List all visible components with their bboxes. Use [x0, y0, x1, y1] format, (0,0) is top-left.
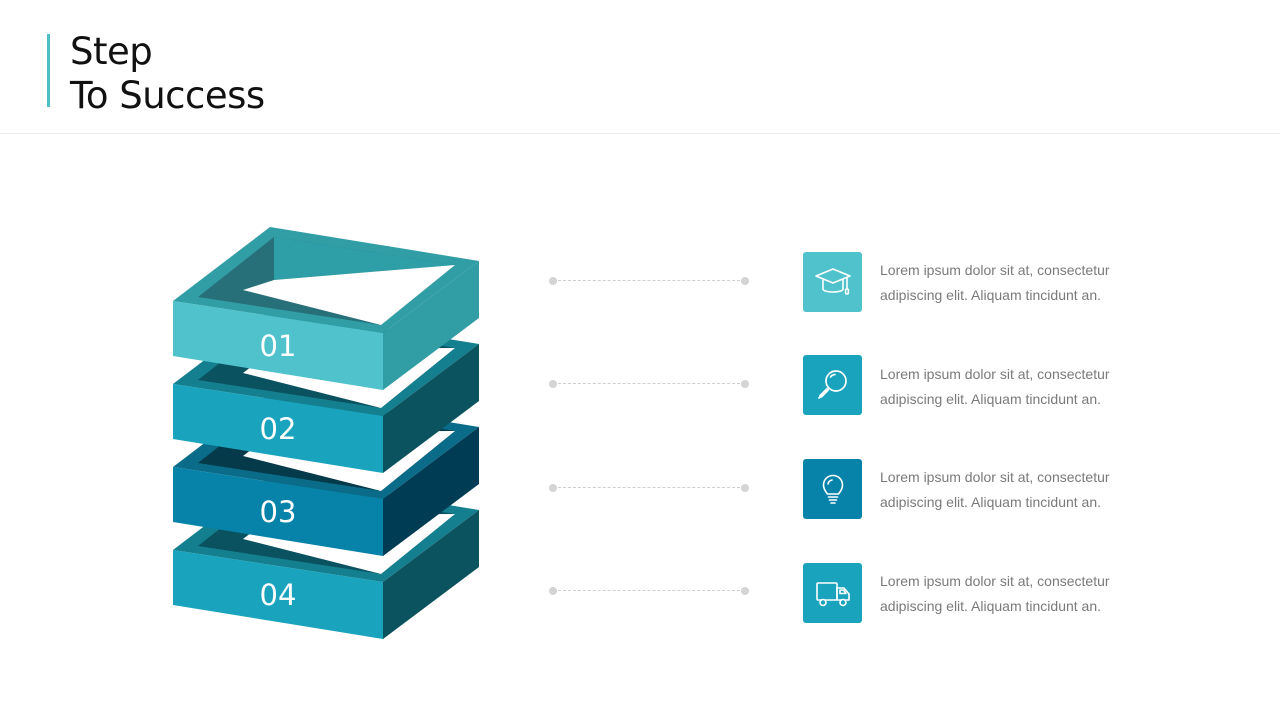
connector-line	[553, 590, 745, 591]
connector-dot-left	[549, 380, 557, 388]
stacked-layers-diagram: 04 03 02 01	[173, 227, 479, 639]
layer-03-number: 03	[260, 495, 297, 529]
layer-01-number: 01	[260, 329, 297, 363]
connector-04	[548, 586, 750, 596]
connector-dot-right	[741, 380, 749, 388]
step-02-icon-box	[803, 355, 862, 415]
step-01-description: Lorem ipsum dolor sit at, consectetur ad…	[880, 258, 1150, 308]
lightbulb-icon	[822, 474, 843, 504]
connector-dot-left	[549, 587, 557, 595]
step-01-text-line-1: Lorem ipsum dolor sit at, consectetur	[880, 262, 1110, 278]
step-04-text-line-1: Lorem ipsum dolor sit at, consectetur	[880, 573, 1110, 589]
connector-03	[548, 483, 750, 493]
layer-04-number: 04	[260, 578, 297, 612]
connector-02	[548, 379, 750, 389]
magnifier-icon	[817, 370, 847, 399]
connector-line	[553, 487, 745, 488]
step-01-icon-box	[803, 252, 862, 312]
step-04-description: Lorem ipsum dolor sit at, consectetur ad…	[880, 569, 1150, 619]
connector-dot-left	[549, 484, 557, 492]
step-02-description: Lorem ipsum dolor sit at, consectetur ad…	[880, 362, 1150, 412]
step-01-text-line-2: adipiscing elit. Aliquam tincidunt an.	[880, 287, 1102, 303]
connector-dot-right	[741, 484, 749, 492]
step-04-text-line-2: adipiscing elit. Aliquam tincidunt an.	[880, 598, 1102, 614]
step-03-text-line-1: Lorem ipsum dolor sit at, consectetur	[880, 469, 1110, 485]
connector-dot-right	[741, 277, 749, 285]
step-03-text-line-2: adipiscing elit. Aliquam tincidunt an.	[880, 494, 1102, 510]
step-03-description: Lorem ipsum dolor sit at, consectetur ad…	[880, 465, 1150, 515]
connector-line	[553, 383, 745, 384]
connector-line	[553, 280, 745, 281]
layer-02-number: 02	[260, 412, 297, 446]
graduation-cap-icon	[814, 268, 851, 295]
step-02-text-line-1: Lorem ipsum dolor sit at, consectetur	[880, 366, 1110, 382]
step-03-icon-box	[803, 459, 862, 519]
connector-dot-right	[741, 587, 749, 595]
step-04-icon-box	[803, 563, 862, 623]
connector-dot-left	[549, 277, 557, 285]
step-02-text-line-2: adipiscing elit. Aliquam tincidunt an.	[880, 391, 1102, 407]
delivery-truck-icon	[815, 582, 850, 607]
connector-01	[548, 276, 750, 286]
